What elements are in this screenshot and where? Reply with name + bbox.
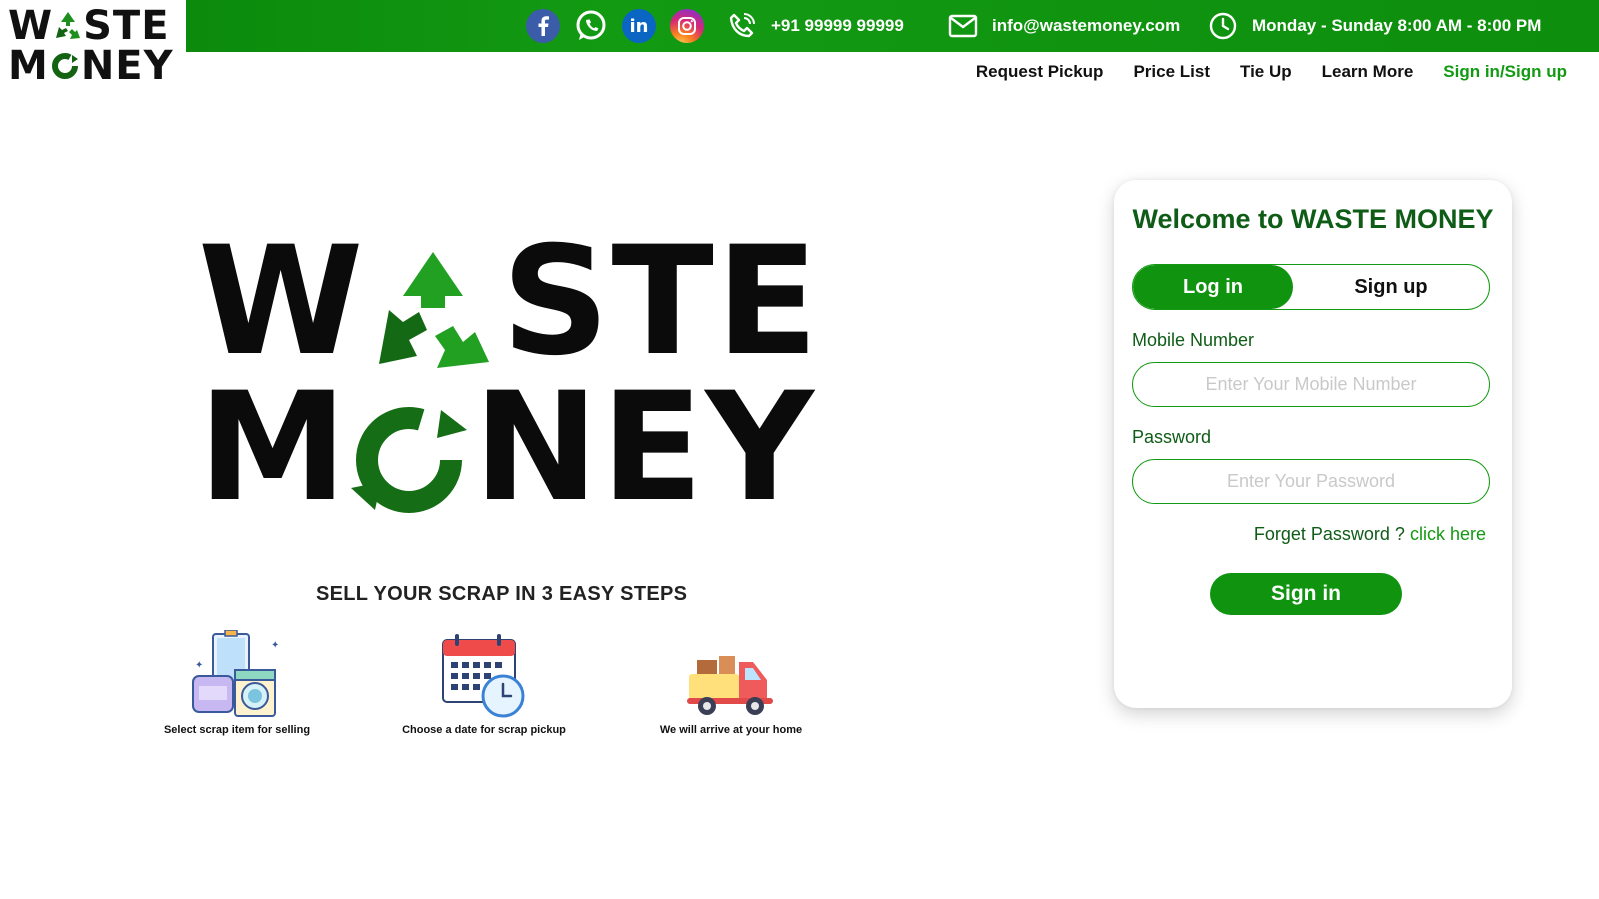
nav-sign-in-sign-up[interactable]: Sign in/Sign up [1443,62,1567,82]
refresh-cycle-icon [49,49,81,83]
step-choose-date: Choose a date for scrap pickup [384,628,584,736]
mail-icon [948,14,978,38]
login-title: Welcome to WASTE MONEY [1132,204,1494,234]
brand-letter-w: W [8,3,54,49]
whatsapp-icon[interactable] [574,9,608,43]
nav-learn-more[interactable]: Learn More [1322,62,1414,82]
brand-letters-ney: NEY [80,43,174,89]
svg-text:✦: ✦ [195,660,203,671]
step-caption: We will arrive at your home [659,724,803,736]
email-address: info@wastemoney.com [992,16,1181,35]
brand-logo-line2: M NEY [8,46,178,86]
nav-request-pickup[interactable]: Request Pickup [976,62,1104,82]
recycle-icon [53,9,83,43]
login-card: Welcome to WASTE MONEY Log in Sign up Mo… [1114,180,1512,708]
password-input[interactable] [1132,459,1490,504]
hero-logo: W STE M NEY [198,227,818,523]
forgot-password-text: Forget Password ? [1253,524,1405,544]
step-caption: Choose a date for scrap pickup [402,724,566,736]
brand-logo-line1: W STE [8,6,178,46]
tab-log-in[interactable]: Log in [1133,265,1293,309]
step-select-scrap: ✦ ✦ Select scrap item for selling [137,628,337,736]
svg-text:✦: ✦ [271,640,279,651]
hero-letter-w: W [198,215,366,389]
brand-letters-ste: STE [83,3,170,49]
phone-number: +91 99999 99999 [771,16,904,35]
business-hours: Monday - Sunday 8:00 AM - 8:00 PM [1208,0,1541,52]
step-arrive-home: We will arrive at your home [631,628,831,736]
furniture-appliance-icon: ✦ ✦ [137,628,337,720]
phone-contact[interactable]: +91 99999 99999 [727,0,904,52]
sign-in-button[interactable]: Sign in [1210,573,1402,615]
facebook-icon[interactable] [526,9,560,43]
social-links: in [526,9,704,43]
nav-price-list[interactable]: Price List [1133,62,1210,82]
step-caption: Select scrap item for selling [163,724,311,736]
recycle-icon [365,238,501,368]
hero-logo-line2: M NEY [198,373,816,523]
calendar-clock-icon [384,628,584,720]
hours-text: Monday - Sunday 8:00 AM - 8:00 PM [1252,16,1542,35]
tab-sign-up[interactable]: Sign up [1293,265,1489,309]
page: W STE M NEY in +91 99999 99999 info@wast… [0,0,1599,899]
steps-title: SELL YOUR SCRAP IN 3 EASY STEPS [316,583,688,605]
hero-logo-line1: W STE [198,227,820,377]
brand-letter-m: M [8,43,49,89]
top-contact-bar: in +91 99999 99999 info@wastemoney.com M… [186,0,1599,52]
clock-icon [1208,11,1238,41]
hero-letters-ney: NEY [473,361,816,535]
forgot-password: Forget Password ? click here [1254,524,1486,545]
phone-icon [727,11,757,41]
forgot-password-link[interactable]: click here [1410,524,1486,544]
instagram-icon[interactable] [670,9,704,43]
email-contact[interactable]: info@wastemoney.com [948,0,1180,52]
hero-letter-m: M [198,361,350,535]
truck-icon [631,628,831,720]
password-label: Password [1132,427,1212,447]
brand-logo[interactable]: W STE M NEY [8,6,178,88]
hero-letters-ste: STE [501,215,821,389]
linkedin-icon[interactable]: in [622,9,656,43]
nav-tie-up[interactable]: Tie Up [1240,62,1292,82]
auth-mode-toggle: Log in Sign up [1132,264,1490,310]
mobile-number-label: Mobile Number [1132,330,1255,350]
main-nav: Request Pickup Price List Tie Up Learn M… [976,62,1567,82]
mobile-number-input[interactable] [1132,362,1490,407]
refresh-cycle-icon [349,384,473,513]
